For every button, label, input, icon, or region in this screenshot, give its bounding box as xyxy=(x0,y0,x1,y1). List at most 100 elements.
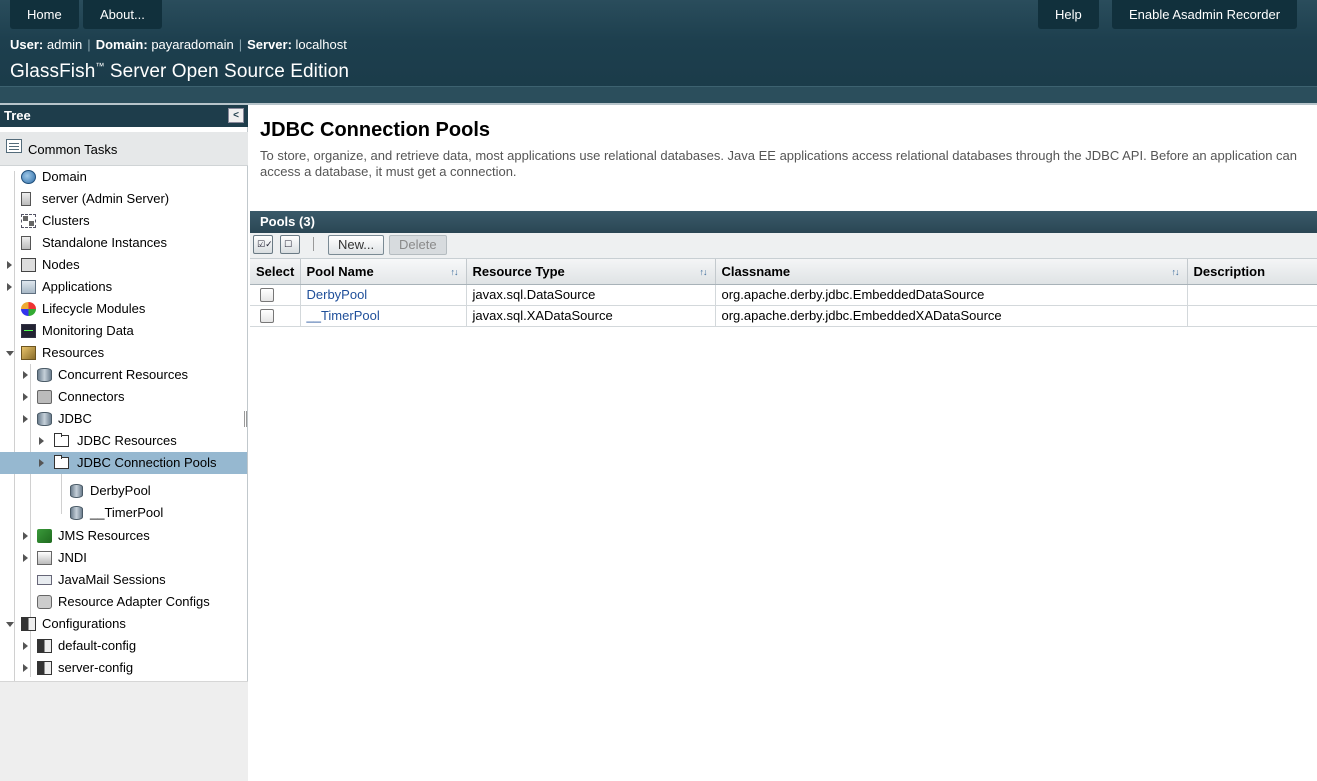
folder-icon xyxy=(54,455,69,469)
lifecycle-icon xyxy=(21,302,36,316)
expand-icon[interactable] xyxy=(39,437,44,445)
expand-icon[interactable] xyxy=(23,393,28,401)
tree-item-server[interactable]: server (Admin Server) xyxy=(0,189,248,209)
page-title: JDBC Connection Pools xyxy=(260,119,491,141)
expand-icon[interactable] xyxy=(23,532,28,540)
resource-type-cell: javax.sql.DataSource xyxy=(466,284,716,306)
tree-item-label: server-config xyxy=(58,660,134,675)
tree-item-label: JDBC Resources xyxy=(77,433,177,448)
tree-item-resource-adapter-configs[interactable]: Resource Adapter Configs xyxy=(0,592,248,612)
page-help-text: To store, organize, and retrieve data, m… xyxy=(260,148,1298,179)
database-icon xyxy=(70,484,83,498)
enable-asadmin-recorder-button[interactable]: Enable Asadmin Recorder xyxy=(1112,0,1298,29)
expand-icon[interactable] xyxy=(23,415,28,423)
pool-name-cell: DerbyPool xyxy=(300,284,467,306)
tree-empty-area xyxy=(0,681,248,781)
tree-item-label: Resource Adapter Configs xyxy=(58,594,210,609)
tree-item-standalone-instances[interactable]: Standalone Instances xyxy=(0,233,248,253)
tree-item-nodes[interactable]: Nodes xyxy=(0,255,248,275)
tree-item-label: Connectors xyxy=(58,389,125,404)
collapse-icon[interactable] xyxy=(6,622,14,627)
help-button[interactable]: Help xyxy=(1038,0,1099,29)
column-header-description: Description xyxy=(1187,259,1317,285)
toolbar-separator xyxy=(313,237,314,251)
row-checkbox[interactable] xyxy=(260,309,274,324)
tree-item-server-config[interactable]: server-config xyxy=(0,658,248,678)
tree-item-jdbc[interactable]: JDBC xyxy=(0,409,240,429)
expand-icon[interactable] xyxy=(23,371,28,379)
table-title: Pools (3) xyxy=(250,211,1317,233)
tree-item-applications[interactable]: Applications xyxy=(0,277,248,297)
table-row: __TimerPool javax.sql.XADataSource org.a… xyxy=(250,305,1317,327)
tree-item-default-config[interactable]: default-config xyxy=(0,636,248,656)
product-name: GlassFish™ Server Open Source Edition xyxy=(10,61,349,83)
masthead-strip xyxy=(0,86,1317,103)
masthead: Home About... Help Enable Asadmin Record… xyxy=(0,0,1317,103)
delete-button[interactable]: Delete xyxy=(389,235,447,255)
tree-item-jms-resources[interactable]: JMS Resources xyxy=(0,526,248,546)
deselect-all-button[interactable]: ☐ xyxy=(280,235,300,254)
applications-icon xyxy=(21,280,36,294)
jndi-icon xyxy=(37,551,52,565)
expand-icon[interactable] xyxy=(39,459,44,467)
tree-item-javamail-sessions[interactable]: JavaMail Sessions xyxy=(0,570,248,590)
tree-item-timerpool[interactable]: __TimerPool xyxy=(0,503,248,523)
tree-item-domain[interactable]: Domain xyxy=(0,167,248,187)
tree-item-monitoring-data[interactable]: Monitoring Data xyxy=(0,321,248,341)
tree-item-jndi[interactable]: JNDI xyxy=(0,548,248,568)
pools-table: Select Pool Name ↑↓ Resource Type ↑↓ Cla… xyxy=(250,259,1317,327)
nodes-icon xyxy=(21,258,36,272)
home-button[interactable]: Home xyxy=(10,0,79,29)
expand-icon[interactable] xyxy=(23,664,28,672)
expand-icon[interactable] xyxy=(7,283,12,291)
tree-item-connectors[interactable]: Connectors xyxy=(0,387,248,407)
tree-item-jdbc-resources[interactable]: JDBC Resources xyxy=(0,431,248,451)
select-all-button[interactable]: ☑✓ xyxy=(253,235,273,254)
column-header-resource-type[interactable]: Resource Type ↑↓ xyxy=(466,259,716,285)
row-checkbox[interactable] xyxy=(260,288,274,303)
tree-item-configurations[interactable]: Configurations xyxy=(0,614,248,634)
folder-icon xyxy=(54,433,69,447)
tree-item-label: Configurations xyxy=(42,616,126,631)
adapter-icon xyxy=(37,595,52,609)
column-header-pool-name[interactable]: Pool Name ↑↓ xyxy=(300,259,467,285)
expand-icon[interactable] xyxy=(23,642,28,650)
about-button[interactable]: About... xyxy=(83,0,162,29)
collapse-tree-button[interactable]: < xyxy=(228,108,244,123)
pool-name-cell: __TimerPool xyxy=(300,305,467,327)
tree-item-derbypool[interactable]: DerbyPool xyxy=(0,481,248,501)
description-cell xyxy=(1187,284,1317,306)
tree-item-concurrent-resources[interactable]: Concurrent Resources xyxy=(0,365,248,385)
resources-icon xyxy=(21,346,36,360)
jms-icon xyxy=(37,529,52,543)
select-cell xyxy=(250,305,301,327)
sort-icon[interactable]: ↑↓ xyxy=(700,267,708,277)
sort-icon[interactable]: ↑↓ xyxy=(1172,267,1180,277)
expand-icon[interactable] xyxy=(7,261,12,269)
domain-value: payaradomain xyxy=(151,37,234,52)
tree-item-jdbc-connection-pools[interactable]: JDBC Connection Pools xyxy=(0,452,247,474)
tree-item-lifecycle-modules[interactable]: Lifecycle Modules xyxy=(0,299,248,319)
tree-item-resources[interactable]: Resources xyxy=(0,343,248,363)
config-icon xyxy=(37,661,52,675)
pool-name-link[interactable]: __TimerPool xyxy=(307,308,380,323)
tree-item-label: JNDI xyxy=(58,550,87,565)
pool-name-link[interactable]: DerbyPool xyxy=(307,287,368,302)
tree-item-label: default-config xyxy=(58,638,137,653)
collapse-icon[interactable] xyxy=(6,351,14,356)
tree-item-label: Resources xyxy=(42,345,105,360)
deselect-all-icon: ☐ xyxy=(284,239,293,249)
expand-icon[interactable] xyxy=(23,554,28,562)
common-tasks-link[interactable]: Common Tasks xyxy=(0,132,248,166)
domain-key: Domain: xyxy=(95,37,148,52)
column-header-classname[interactable]: Classname ↑↓ xyxy=(715,259,1188,285)
splitter-handle[interactable] xyxy=(244,411,247,427)
tree-item-clusters[interactable]: Clusters xyxy=(0,211,248,231)
cluster-icon xyxy=(21,214,36,228)
select-cell xyxy=(250,284,301,306)
product-brand: GlassFish xyxy=(10,61,96,82)
tree-item-label: Domain xyxy=(42,169,87,184)
database-icon xyxy=(70,506,83,520)
sort-icon[interactable]: ↑↓ xyxy=(451,267,459,277)
new-button[interactable]: New... xyxy=(328,235,385,255)
